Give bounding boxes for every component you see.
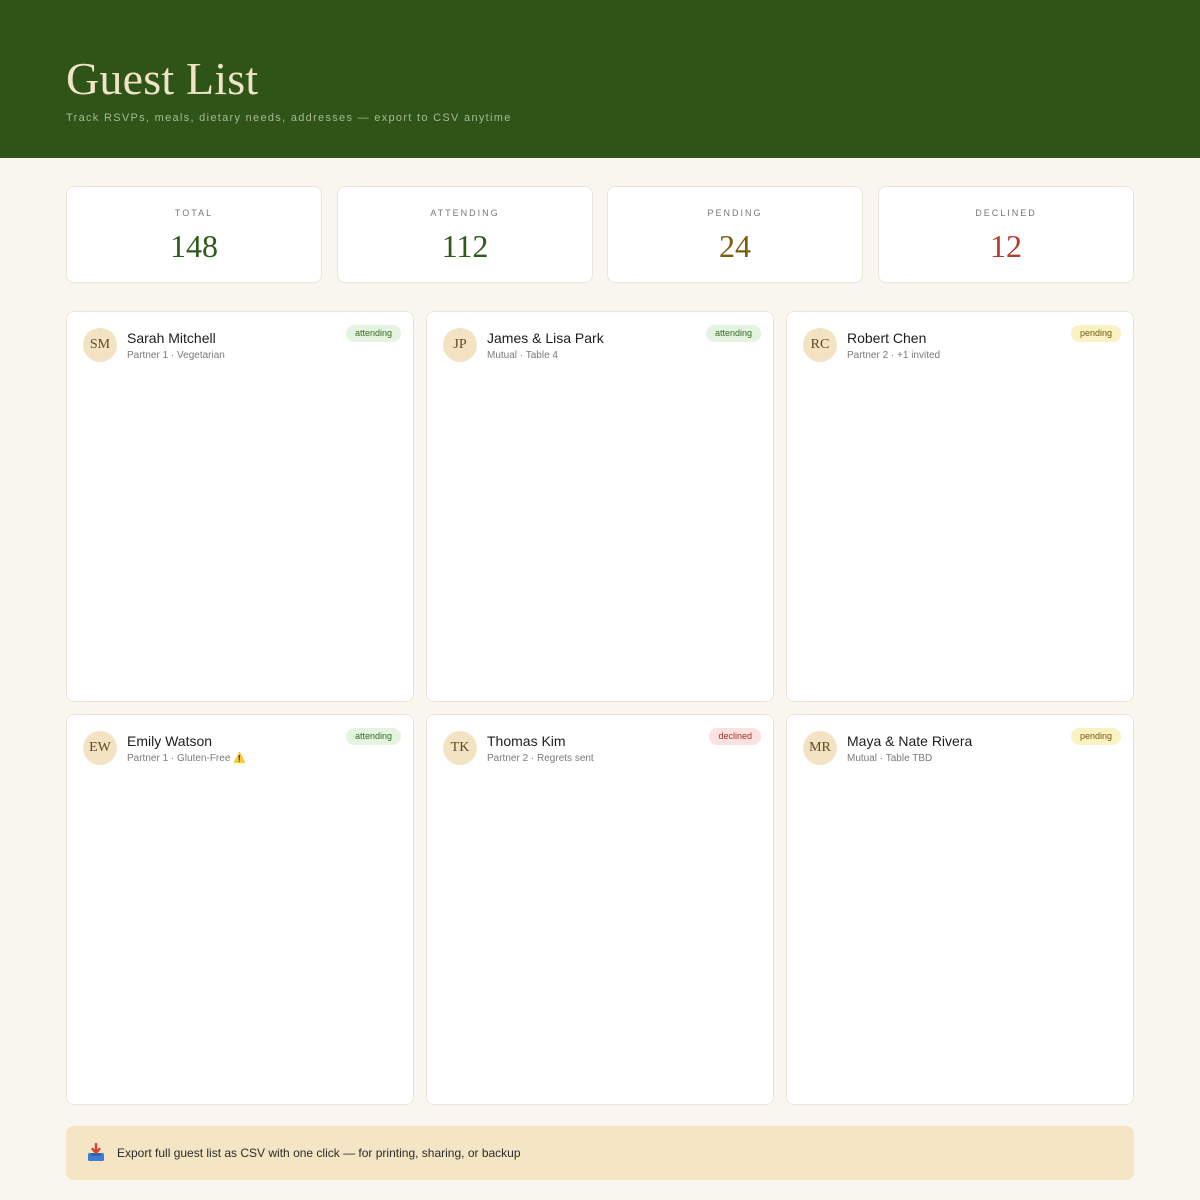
guest-meta: Partner 2 · Regrets sent	[487, 753, 594, 764]
guest-name: Sarah Mitchell	[127, 330, 216, 346]
avatar: TK	[443, 731, 477, 765]
stat-value: 112	[441, 228, 489, 264]
guest-name: Robert Chen	[847, 330, 927, 346]
warning-icon: ⚠️	[233, 753, 246, 764]
guest-name: Emily Watson	[127, 733, 213, 749]
guest-card[interactable]: MR Maya & Nate Rivera Mutual · Table TBD…	[786, 714, 1134, 1105]
status-badge: attending	[345, 325, 401, 342]
stat-label: PENDING	[707, 208, 763, 218]
page-title: Guest List	[66, 53, 259, 104]
guest-meta-text: Partner 1 · Gluten-Free	[127, 753, 231, 764]
stats-row: TOTAL 148 ATTENDING 112 PENDING 24 DECLI…	[66, 186, 1134, 283]
guest-meta: Mutual · Table 4	[487, 350, 558, 361]
guest-meta: Mutual · Table TBD	[847, 753, 933, 764]
guest-meta: Partner 1 · Gluten-Free ⚠️	[127, 753, 246, 764]
avatar: RC	[803, 328, 837, 362]
guest-card[interactable]: JP James & Lisa Park Mutual · Table 4 at…	[426, 311, 774, 702]
status-badge: pending	[1070, 325, 1121, 342]
guest-name: Maya & Nate Rivera	[847, 733, 973, 749]
guest-name: James & Lisa Park	[487, 330, 604, 346]
guest-meta: Partner 2 · +1 invited	[847, 350, 941, 361]
stat-value: 24	[719, 228, 751, 264]
stat-pending: PENDING 24	[607, 186, 863, 283]
guest-meta: Partner 1 · Vegetarian	[127, 350, 225, 361]
export-csv-banner[interactable]: Export full guest list as CSV with one c…	[66, 1126, 1134, 1180]
avatar: SM	[83, 328, 117, 362]
status-badge: pending	[1070, 728, 1121, 745]
guest-card[interactable]: TK Thomas Kim Partner 2 · Regrets sent d…	[426, 714, 774, 1105]
stat-total: TOTAL 148	[66, 186, 322, 283]
guest-card[interactable]: EW Emily Watson Partner 1 · Gluten-Free ⚠…	[66, 714, 414, 1105]
page-header: Guest List Track RSVPs, meals, dietary n…	[0, 0, 1200, 158]
stat-label: TOTAL	[174, 208, 214, 218]
guest-name: Thomas Kim	[487, 733, 566, 749]
stat-declined: DECLINED 12	[878, 186, 1134, 283]
inbox-tray-icon	[88, 1143, 104, 1161]
export-text: Export full guest list as CSV with one c…	[117, 1146, 521, 1160]
page-subtitle: Track RSVPs, meals, dietary needs, addre…	[66, 112, 512, 124]
avatar: MR	[803, 731, 837, 765]
stat-value: 12	[990, 228, 1022, 264]
stat-attending: ATTENDING 112	[337, 186, 593, 283]
avatar: JP	[443, 328, 477, 362]
stat-value: 148	[170, 228, 218, 264]
status-badge: declined	[709, 728, 761, 745]
status-badge: attending	[345, 728, 401, 745]
stat-label: DECLINED	[975, 208, 1037, 218]
status-badge: attending	[705, 325, 761, 342]
avatar: EW	[83, 731, 117, 765]
guest-card[interactable]: SM Sarah Mitchell Partner 1 · Vegetarian…	[66, 311, 414, 702]
guest-card[interactable]: RC Robert Chen Partner 2 · +1 invited pe…	[786, 311, 1134, 702]
stat-label: ATTENDING	[430, 208, 500, 218]
